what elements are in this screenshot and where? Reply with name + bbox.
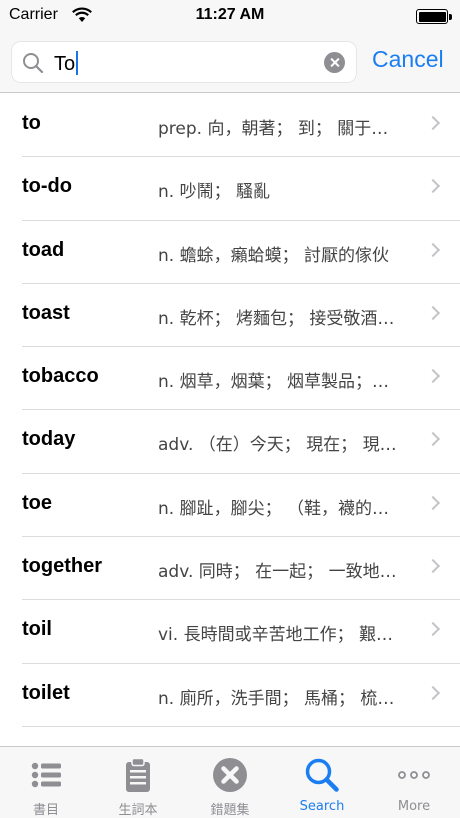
tab-booklist[interactable]: 書目 xyxy=(0,747,92,818)
chevron-right-icon xyxy=(425,559,441,574)
clipboard-icon xyxy=(126,757,150,792)
results-list: to prep. 向，朝著； 到； 關于… to-do n. 吵鬧； 騷亂 to… xyxy=(0,94,460,727)
chevron-right-icon xyxy=(425,495,441,510)
row-divider xyxy=(22,725,460,727)
chevron-right-icon xyxy=(425,305,441,320)
tab-label: 生詞本 xyxy=(118,803,158,818)
chevron-right-icon xyxy=(425,179,441,194)
clear-icon[interactable] xyxy=(324,52,345,73)
chevron-right-icon xyxy=(425,369,441,384)
result-word: toil xyxy=(22,618,52,641)
search-query: To xyxy=(54,51,79,76)
tab-label: Search xyxy=(299,799,345,814)
x-circle-icon xyxy=(213,758,247,792)
result-word: toast xyxy=(22,301,70,324)
result-row[interactable]: to-do n. 吵鬧； 騷亂 xyxy=(0,157,460,221)
result-definition: adv. 同時； 在一起； 一致地… xyxy=(158,562,397,583)
status-time: 11:27 AM xyxy=(195,6,265,23)
result-definition: adv. （在）今天； 現在； 現… xyxy=(158,435,397,456)
result-definition: prep. 向，朝著； 到； 關于… xyxy=(158,119,389,139)
tab-label: 錯題集 xyxy=(210,803,250,818)
tab-vocabulary[interactable]: 生詞本 xyxy=(92,747,184,818)
more-icon xyxy=(398,771,430,779)
result-word: today xyxy=(22,428,76,451)
result-definition: n. 烟草，烟葉； 烟草製品；… xyxy=(158,372,389,393)
result-row[interactable]: together adv. 同時； 在一起； 一致地… xyxy=(0,537,460,601)
result-definition: vi. 長時間或辛苦地工作； 艱… xyxy=(158,625,393,646)
chevron-right-icon xyxy=(425,115,441,131)
result-row[interactable]: toil vi. 長時間或辛苦地工作； 艱… xyxy=(0,600,460,664)
search-input[interactable]: To xyxy=(12,42,356,82)
tab-mistakes[interactable]: 錯題集 xyxy=(184,747,276,818)
result-definition: n. 吵鬧； 騷亂 xyxy=(158,182,270,203)
result-word: tobacco xyxy=(22,365,99,388)
result-row[interactable]: toilet n. 廁所，洗手間； 馬桶； 梳… xyxy=(0,664,460,727)
cancel-button[interactable]: Cancel xyxy=(372,46,444,73)
result-word: toilet xyxy=(22,681,70,704)
tab-label: 書目 xyxy=(32,803,59,818)
result-row[interactable]: today adv. （在）今天； 現在； 現… xyxy=(0,410,460,474)
result-definition: n. 廁所，洗手間； 馬桶； 梳… xyxy=(158,688,395,709)
result-word: toe xyxy=(22,491,52,514)
chevron-right-icon xyxy=(425,432,441,447)
chevron-right-icon xyxy=(425,242,441,257)
search-icon xyxy=(23,53,44,74)
result-definition: n. 腳趾，腳尖； （鞋，襪的… xyxy=(158,498,389,519)
status-bar: Carrier 11:27 AM xyxy=(0,0,460,32)
result-word: to-do xyxy=(22,175,72,198)
chevron-right-icon xyxy=(425,685,441,700)
chevron-right-icon xyxy=(425,622,441,637)
search-icon xyxy=(305,758,339,792)
search-header: To Cancel xyxy=(0,32,460,93)
text-caret xyxy=(76,51,79,75)
result-word: together xyxy=(22,555,102,578)
result-definition: n. 蟾蜍，癩蛤蟆； 討厭的傢伙 xyxy=(158,245,389,266)
result-row[interactable]: tobacco n. 烟草，烟葉； 烟草製品；… xyxy=(0,347,460,411)
tab-bar: 書目 生詞本 錯題集 Search More xyxy=(0,746,460,818)
list-icon xyxy=(31,762,61,788)
tab-search[interactable]: Search xyxy=(276,747,368,818)
tab-label: More xyxy=(397,799,431,814)
result-row[interactable]: to prep. 向，朝著； 到； 關于… xyxy=(0,94,460,158)
result-row[interactable]: toad n. 蟾蜍，癩蛤蟆； 討厭的傢伙 xyxy=(0,221,460,284)
tab-more[interactable]: More xyxy=(368,747,460,818)
result-word: toad xyxy=(22,238,65,261)
battery-icon xyxy=(416,9,452,24)
result-definition: n. 乾杯； 烤麵包； 接受敬酒… xyxy=(158,308,395,329)
result-word: to xyxy=(22,112,41,134)
result-row[interactable]: toe n. 腳趾，腳尖； （鞋，襪的… xyxy=(0,474,460,538)
result-row[interactable]: toast n. 乾杯； 烤麵包； 接受敬酒… xyxy=(0,284,460,348)
